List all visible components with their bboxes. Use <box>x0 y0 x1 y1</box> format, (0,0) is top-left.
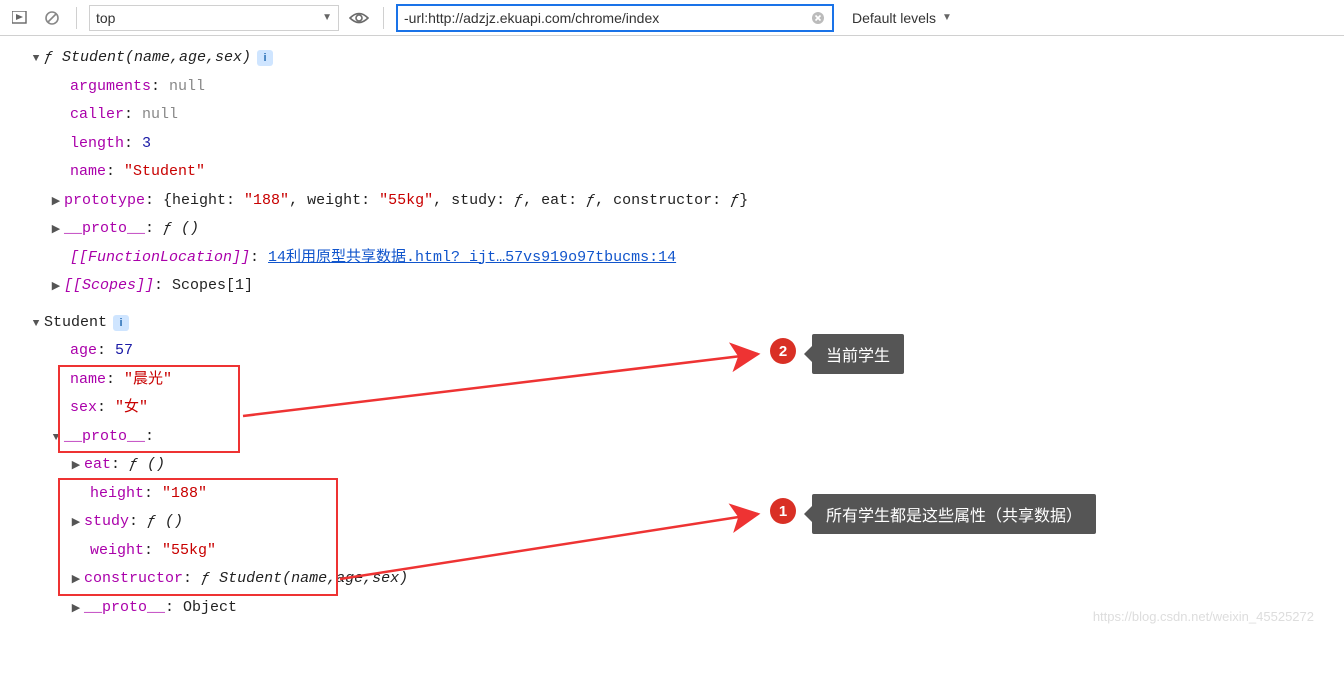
annotation-tooltip: 所有学生都是这些属性（共享数据） <box>812 494 1096 534</box>
property-row[interactable]: [[FunctionLocation]]: 14利用原型共享数据.html?_i… <box>0 244 1344 273</box>
property-row[interactable]: caller: null <box>0 101 1344 130</box>
filter-input[interactable]: -url:http://adzjz.ekuapi.com/chrome/inde… <box>396 4 834 32</box>
property-row[interactable]: __proto__: ƒ () <box>0 215 1344 244</box>
toolbar-divider <box>76 7 77 29</box>
live-expression-icon[interactable] <box>347 6 371 30</box>
property-row[interactable]: arguments: null <box>0 73 1344 102</box>
property-row[interactable]: [[Scopes]]: Scopes[1] <box>0 272 1344 301</box>
disclosure-triangle-icon[interactable] <box>50 220 62 241</box>
disclosure-triangle-icon[interactable] <box>30 314 42 335</box>
disclosure-triangle-icon[interactable] <box>50 277 62 298</box>
log-levels-label: Default levels <box>852 10 936 26</box>
step-button[interactable] <box>8 6 32 30</box>
property-row[interactable]: eat: ƒ () <box>0 451 1344 480</box>
chevron-down-icon: ▼ <box>322 12 332 23</box>
property-row[interactable]: name: "晨光" <box>0 366 1344 395</box>
toolbar-divider <box>383 7 384 29</box>
watermark: https://blog.csdn.net/weixin_45525272 <box>1093 609 1314 624</box>
log-levels-select[interactable]: Default levels ▼ <box>842 10 962 26</box>
console-output: ƒ Student(name,age,sex) i arguments: nul… <box>0 36 1344 628</box>
property-row[interactable]: age: 57 <box>0 337 1344 366</box>
disclosure-triangle-icon[interactable] <box>50 192 62 213</box>
source-link[interactable]: 14利用原型共享数据.html?_ijt…57vs919o97tbucms:14 <box>268 244 676 273</box>
clear-filter-icon[interactable] <box>810 10 826 26</box>
property-row[interactable]: name: "Student" <box>0 158 1344 187</box>
property-row[interactable]: weight: "55kg" <box>0 537 1344 566</box>
property-row[interactable]: sex: "女" <box>0 394 1344 423</box>
context-select[interactable]: top ▼ <box>89 5 339 31</box>
info-icon[interactable]: i <box>113 315 129 331</box>
property-row[interactable]: constructor: ƒ Student(name,age,sex) <box>0 565 1344 594</box>
context-select-label: top <box>96 10 115 26</box>
disclosure-triangle-icon[interactable] <box>70 513 82 534</box>
clear-console-button[interactable] <box>40 6 64 30</box>
annotation-badge: 1 <box>770 498 796 524</box>
console-toolbar: top ▼ -url:http://adzjz.ekuapi.com/chrom… <box>0 0 1344 36</box>
disclosure-triangle-icon[interactable] <box>70 570 82 591</box>
annotation-badge: 2 <box>770 338 796 364</box>
object-header[interactable]: ƒ Student(name,age,sex) i <box>0 44 1344 73</box>
object-header[interactable]: Student i <box>0 309 1344 338</box>
disclosure-triangle-icon[interactable] <box>30 49 42 70</box>
disclosure-triangle-icon[interactable] <box>70 599 82 620</box>
property-row[interactable]: __proto__: <box>0 423 1344 452</box>
info-icon[interactable]: i <box>257 50 273 66</box>
disclosure-triangle-icon[interactable] <box>70 456 82 477</box>
filter-input-text: -url:http://adzjz.ekuapi.com/chrome/inde… <box>404 10 810 26</box>
annotation-tooltip: 当前学生 <box>812 334 904 374</box>
disclosure-triangle-icon[interactable] <box>50 428 62 449</box>
property-row[interactable]: prototype: {height: "188" , weight: "55k… <box>0 187 1344 216</box>
property-row[interactable]: height: "188" <box>0 480 1344 509</box>
property-row[interactable]: study: ƒ () <box>0 508 1344 537</box>
chevron-down-icon: ▼ <box>942 12 952 23</box>
property-row[interactable]: length: 3 <box>0 130 1344 159</box>
